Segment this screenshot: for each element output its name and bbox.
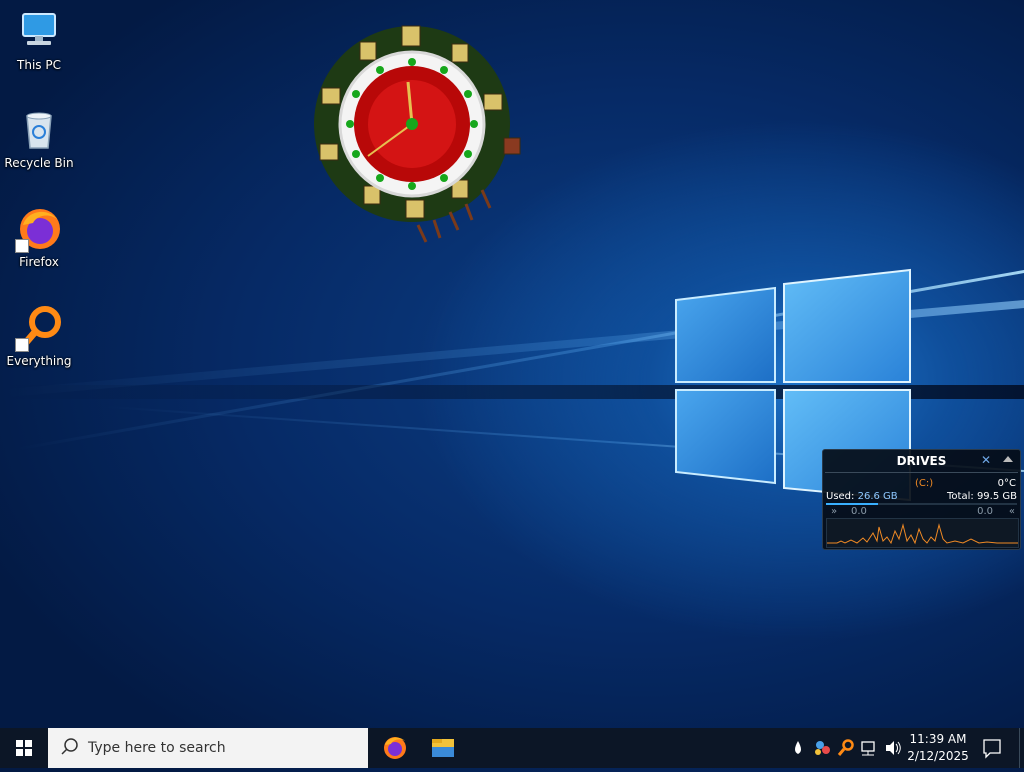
- settings-tools-icon[interactable]: ✕: [981, 453, 991, 467]
- christmas-clock-icon: [314, 25, 521, 243]
- read-arrow-icon: »: [831, 506, 838, 517]
- everything-search-icon[interactable]: [837, 739, 854, 756]
- desktop-icon-label: Everything: [6, 354, 72, 368]
- activity-graph: [826, 518, 1019, 548]
- start-button[interactable]: [0, 728, 48, 768]
- people-network-icon[interactable]: [815, 741, 830, 755]
- taskbar-app-firefox[interactable]: [371, 728, 419, 768]
- read-value: 0.0: [851, 506, 867, 517]
- total-value: 99.5 GB: [976, 491, 1017, 502]
- desktop-icon-label: This PC: [17, 58, 61, 72]
- firefox-icon: [15, 205, 63, 253]
- action-center-icon: [983, 739, 1001, 759]
- desktop-icon-firefox[interactable]: Firefox: [4, 205, 74, 269]
- taskbar-app-file-explorer[interactable]: [419, 728, 467, 768]
- divider: [825, 472, 1018, 473]
- show-desktop-button[interactable]: [1019, 728, 1024, 768]
- everything-search-icon: [15, 304, 63, 352]
- desktop-icon-label: Recycle Bin: [4, 156, 74, 170]
- clock-date: 2/12/2025: [907, 749, 969, 763]
- taskbar-clock[interactable]: 11:39 AM 2/12/2025: [906, 731, 970, 765]
- total-label: Total:: [947, 491, 974, 502]
- firefox-icon: [384, 737, 406, 759]
- system-tray: [790, 728, 902, 768]
- water-drop-icon[interactable]: [795, 741, 801, 754]
- used-space: Used: 26.6 GB: [826, 491, 898, 502]
- desktop: This PC Recycle Bin Firefox Everything D…: [0, 0, 1024, 728]
- drives-gadget[interactable]: DRIVES ✕ (C:) 0°C Used: 26.6 GB Total: 9…: [822, 449, 1021, 550]
- collapse-arrow-icon[interactable]: [1003, 456, 1013, 462]
- network-icon[interactable]: [861, 741, 875, 756]
- desktop-icon-label: Firefox: [19, 255, 59, 269]
- desktop-icon-this-pc[interactable]: This PC: [4, 8, 74, 72]
- computer-icon: [15, 8, 63, 56]
- used-label: Used:: [826, 491, 855, 502]
- desktop-icon-everything[interactable]: Everything: [4, 304, 74, 368]
- drive-letter: (C:): [915, 478, 934, 489]
- recycle-bin-icon: [15, 106, 63, 154]
- write-arrow-icon: «: [1008, 506, 1015, 517]
- file-explorer-icon: [432, 739, 454, 757]
- christmas-clock-gadget[interactable]: [308, 20, 532, 248]
- total-space: Total: 99.5 GB: [947, 491, 1017, 502]
- shortcut-arrow-icon: [15, 239, 29, 253]
- search-placeholder: Type here to search: [88, 740, 226, 756]
- shortcut-arrow-icon: [15, 338, 29, 352]
- taskbar: Type here to search 11:39 AM 2/12/2025: [0, 728, 1024, 768]
- windows-start-icon: [16, 740, 32, 756]
- search-icon: [61, 738, 78, 755]
- used-value: 26.6 GB: [857, 491, 898, 502]
- action-center-button[interactable]: [976, 728, 1008, 768]
- desktop-icon-recycle-bin[interactable]: Recycle Bin: [4, 106, 74, 170]
- write-value: 0.0: [977, 506, 993, 517]
- clock-time: 11:39 AM: [909, 732, 967, 746]
- taskbar-search-box[interactable]: Type here to search: [48, 728, 368, 768]
- volume-icon[interactable]: [886, 741, 901, 755]
- drive-temperature: 0°C: [997, 478, 1016, 489]
- usage-bar-fill: [826, 503, 878, 505]
